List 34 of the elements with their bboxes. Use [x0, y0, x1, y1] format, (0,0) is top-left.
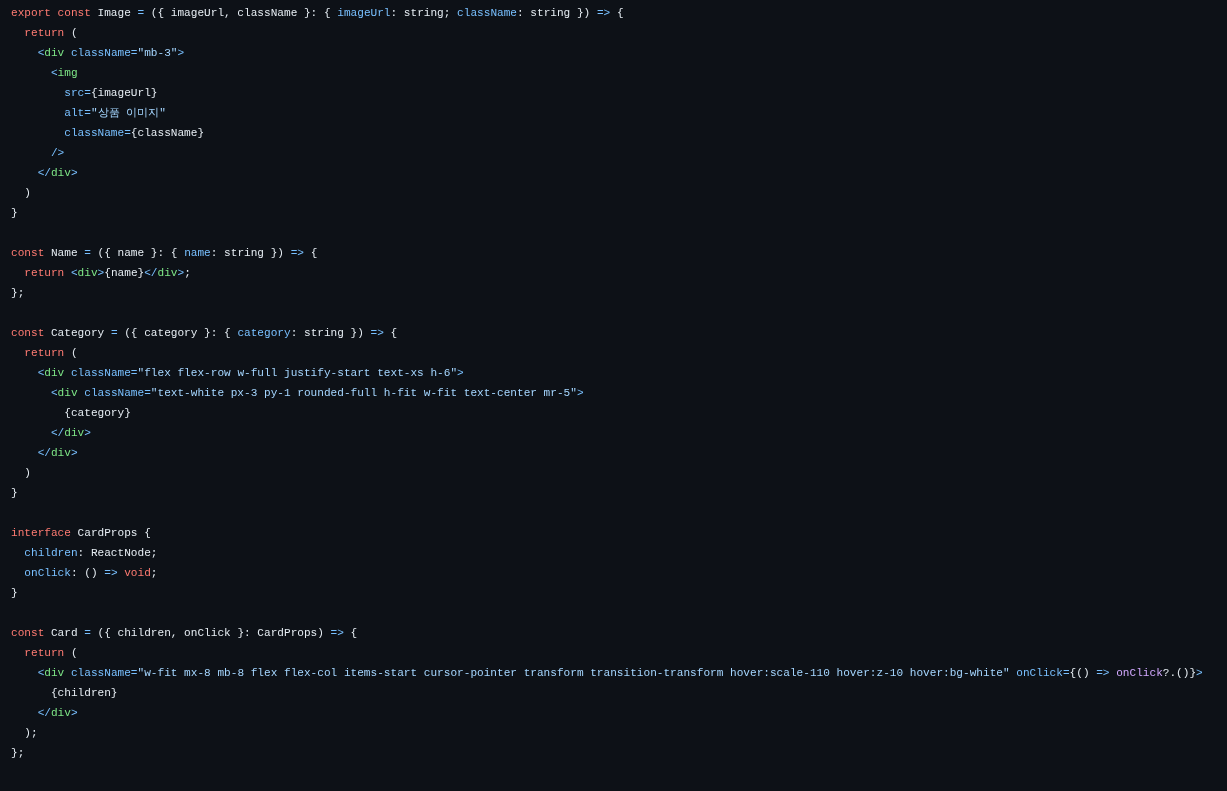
code-line: interface CardProps {: [11, 526, 151, 541]
code-line: />: [49, 146, 65, 161]
code-line: className={className}: [63, 126, 205, 141]
code-line: };: [11, 746, 25, 761]
code-line: src={imageUrl}: [63, 86, 158, 101]
code-line: );: [23, 726, 38, 741]
code-line: <div className="w-fit mx-8 mb-8 flex flex-col items-start cursor-pointer transform transition-transform hover:scale-110 hover:z-10 hover:bg-white" onClick={() => onClick?.()}>: [36, 666, 1203, 681]
code-line: ): [23, 186, 31, 201]
code-line: onClick: () => void;: [23, 566, 158, 581]
code-line: return <div>{name}</div>;: [23, 266, 191, 281]
code-line: }: [11, 486, 18, 501]
code-line: return (: [23, 346, 78, 361]
code-line: };: [11, 286, 25, 301]
code-line: <div className="mb-3">: [36, 46, 185, 61]
code-line: </div>: [49, 426, 91, 441]
code-line: </div>: [36, 446, 78, 461]
code-line: return (: [23, 646, 78, 661]
code-line: {children}: [49, 686, 118, 701]
code-line: </div>: [36, 706, 78, 721]
code-line: ): [23, 466, 31, 481]
code-line: }: [11, 206, 18, 221]
code-line: const Category = ({ category }: { category: string }) => {: [11, 326, 398, 341]
code-line: alt="상품 이미지": [63, 106, 166, 121]
code-line: </div>: [36, 166, 78, 181]
code-line: <div className="flex flex-row w-full justify-start text-xs h-6">: [36, 366, 464, 381]
code-line: children: ReactNode;: [23, 546, 158, 561]
code-line: <div className="text-white px-3 py-1 rounded-full h-fit w-fit text-center mr-5">: [49, 386, 584, 401]
code-line: {category}: [63, 406, 131, 421]
code-line: export const Image = ({ imageUrl, className }: { imageUrl: string; className: string }) => {: [11, 6, 624, 21]
code-line: return (: [23, 26, 78, 41]
code-line: const Name = ({ name }: { name: string }) => {: [11, 246, 318, 261]
code-line: }: [11, 586, 18, 601]
code-line: const Card = ({ children, onClick }: CardProps) => {: [11, 626, 358, 641]
code-line: <img: [49, 66, 78, 81]
